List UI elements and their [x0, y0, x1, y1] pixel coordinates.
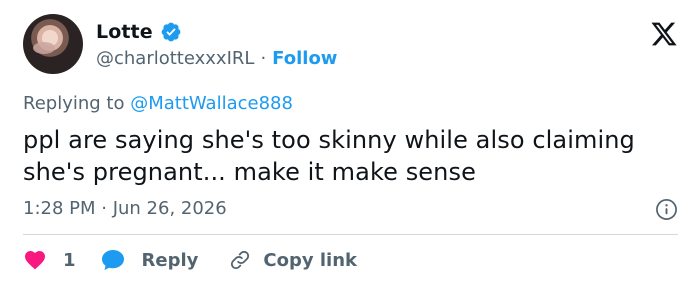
tweet-card: Lotte @charlottexxxIRL · Follow Replying… [0, 0, 700, 287]
replying-prefix: Replying to [23, 93, 125, 114]
replying-to: Replying to @MattWallace888 [23, 93, 293, 114]
speech-bubble-icon [101, 250, 124, 270]
heart-icon [25, 251, 45, 270]
tweet-text-line: she's pregnant... make it make sense [23, 158, 476, 186]
like-count: 1 [63, 249, 76, 271]
link-icon [231, 250, 250, 270]
follow-button[interactable]: Follow [272, 48, 337, 69]
tweet-text-line: ppl are saying she's too skinny while al… [23, 126, 635, 154]
author-handle-row: @charlottexxxIRL · Follow [96, 48, 337, 69]
separator-dot: · [260, 48, 267, 69]
copy-link-label: Copy link [263, 249, 357, 271]
reply-mention-link[interactable]: @MattWallace888 [130, 93, 293, 114]
action-bar: 1 Reply Copy link [23, 246, 357, 274]
author-name-row: Lotte [96, 21, 182, 43]
x-logo-icon[interactable] [650, 20, 678, 48]
reply-label: Reply [141, 249, 199, 271]
reply-button[interactable]: Reply [100, 248, 199, 272]
author-display-name[interactable]: Lotte [96, 21, 153, 43]
tweet-text: ppl are saying she's too skinny while al… [23, 124, 683, 188]
info-icon[interactable] [655, 198, 678, 221]
tweet-timestamp[interactable]: 1:28 PM · Jun 26, 2026 [23, 198, 227, 219]
like-button[interactable]: 1 [23, 248, 76, 272]
divider [23, 234, 678, 235]
verified-badge-icon [161, 22, 181, 42]
author-handle[interactable]: @charlottexxxIRL [96, 48, 254, 69]
avatar[interactable] [23, 14, 83, 74]
copy-link-button[interactable]: Copy link [229, 249, 357, 271]
